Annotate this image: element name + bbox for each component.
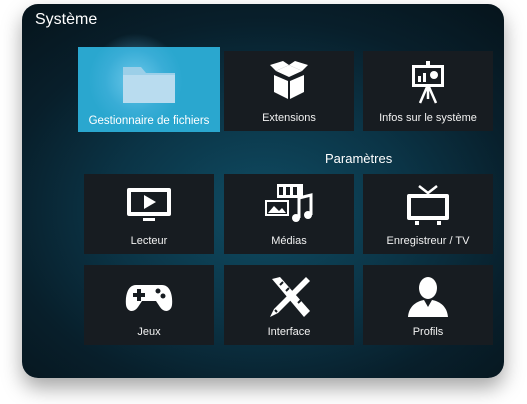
tv-icon	[407, 185, 449, 225]
tile-profiles[interactable]: Profils	[363, 265, 493, 345]
tile-media-label: Médias	[271, 235, 307, 247]
media-icon	[265, 184, 313, 222]
presentation-icon	[412, 61, 444, 104]
tile-recorder-tv-label: Enregistreur / TV	[386, 235, 470, 247]
tile-extensions[interactable]: Extensions	[224, 51, 354, 131]
tile-interface-label: Interface	[267, 326, 311, 338]
tile-recorder-tv[interactable]: Enregistreur / TV	[363, 174, 493, 254]
pencil-ruler-icon	[270, 277, 310, 317]
profile-icon	[408, 277, 448, 317]
tv-play-icon	[127, 188, 171, 221]
tile-games-label: Jeux	[137, 326, 161, 338]
gamepad-icon	[125, 285, 173, 311]
page-title: Système	[35, 11, 98, 28]
box-icon	[270, 61, 308, 99]
tile-system-info-label: Infos sur le système	[379, 112, 477, 124]
settings-heading: Paramètres	[325, 151, 393, 166]
tile-player[interactable]: Lecteur	[84, 174, 214, 254]
tile-interface[interactable]: Interface	[224, 265, 354, 345]
tile-extensions-label: Extensions	[262, 112, 316, 124]
tile-file-manager-label: Gestionnaire de fichiers	[88, 115, 210, 127]
tile-system-info[interactable]: Infos sur le système	[363, 51, 493, 131]
tile-profiles-label: Profils	[412, 326, 444, 338]
folder-icon	[123, 67, 175, 103]
tile-games[interactable]: Jeux	[84, 265, 214, 345]
tile-file-manager[interactable]: Gestionnaire de fichiers	[78, 33, 220, 132]
tile-media[interactable]: Médias	[224, 174, 354, 254]
system-screen: Système Gestionnaire de fichiers Extensi…	[22, 4, 504, 378]
tile-player-label: Lecteur	[130, 235, 168, 247]
